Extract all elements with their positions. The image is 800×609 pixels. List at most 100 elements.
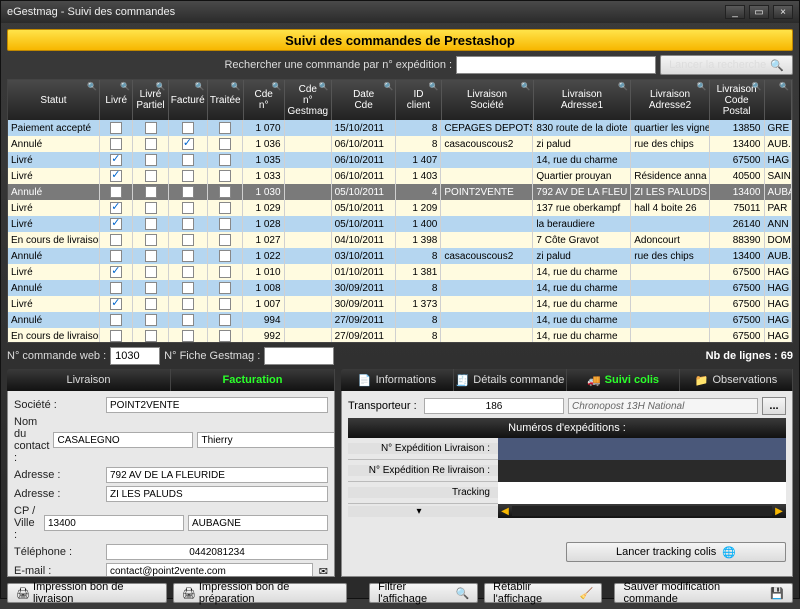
- checkbox[interactable]: [145, 186, 157, 198]
- checkbox[interactable]: [110, 202, 122, 214]
- tab-informations[interactable]: 📄Informations: [341, 369, 454, 391]
- col-header[interactable]: 🔍LivraisonSociété: [442, 80, 534, 120]
- checkbox[interactable]: [145, 330, 157, 342]
- checkbox[interactable]: [182, 202, 194, 214]
- exped-relivraison-cell[interactable]: [498, 460, 786, 482]
- checkbox[interactable]: [219, 250, 231, 262]
- checkbox[interactable]: [182, 234, 194, 246]
- col-header[interactable]: 🔍Livré: [100, 80, 133, 120]
- col-header[interactable]: 🔍DateCde: [332, 80, 397, 120]
- checkbox[interactable]: [110, 138, 122, 150]
- tab-suivi[interactable]: 🚚Suivi colis: [567, 369, 680, 391]
- table-row[interactable]: Paiement accepté1 07015/10/20118CEPAGES …: [8, 120, 792, 136]
- table-row[interactable]: Annulé99427/09/2011814, rue du charme675…: [8, 312, 792, 328]
- checkbox[interactable]: [110, 218, 122, 230]
- checkbox[interactable]: [145, 154, 157, 166]
- exped-hscroll[interactable]: ◀▶: [498, 504, 786, 518]
- ville-field[interactable]: [188, 515, 328, 531]
- checkbox[interactable]: [110, 330, 122, 342]
- cmdweb-input[interactable]: [110, 347, 160, 365]
- table-row[interactable]: Livré1 03506/10/20111 40714, rue du char…: [8, 152, 792, 168]
- table-row[interactable]: Annulé1 02203/10/20118casacouscous2zi pa…: [8, 248, 792, 264]
- email-field[interactable]: [106, 563, 313, 577]
- checkbox[interactable]: [182, 186, 194, 198]
- col-header[interactable]: 🔍LivréPartiel: [133, 80, 168, 120]
- fiche-input[interactable]: [264, 347, 334, 365]
- checkbox[interactable]: [182, 138, 194, 150]
- checkbox[interactable]: [219, 138, 231, 150]
- table-row[interactable]: Livré1 01001/10/20111 38114, rue du char…: [8, 264, 792, 280]
- checkbox[interactable]: [110, 234, 122, 246]
- checkbox[interactable]: [145, 314, 157, 326]
- cp-field[interactable]: [44, 515, 184, 531]
- filter-button[interactable]: Filtrer l'affichage 🔍: [369, 583, 478, 603]
- table-row[interactable]: Livré1 02805/10/20111 400la beraudiere26…: [8, 216, 792, 232]
- table-row[interactable]: Livré1 03306/10/20111 403Quartier prouya…: [8, 168, 792, 184]
- adresse1-field[interactable]: [106, 467, 328, 483]
- checkbox[interactable]: [182, 298, 194, 310]
- checkbox[interactable]: [110, 154, 122, 166]
- checkbox[interactable]: [182, 122, 194, 134]
- chevron-down-icon[interactable]: ▾: [416, 506, 421, 517]
- table-row[interactable]: Livré1 02905/10/20111 209137 rue oberkam…: [8, 200, 792, 216]
- checkbox[interactable]: [219, 266, 231, 278]
- checkbox[interactable]: [219, 282, 231, 294]
- checkbox[interactable]: [110, 186, 122, 198]
- checkbox[interactable]: [182, 314, 194, 326]
- table-row[interactable]: En cours de livraison99227/09/2011814, r…: [8, 328, 792, 343]
- table-row[interactable]: Annulé1 03005/10/20114POINT2VENTE792 AV …: [8, 184, 792, 200]
- checkbox[interactable]: [145, 138, 157, 150]
- print-bl-button[interactable]: 🖨 Impression bon de livraison: [7, 583, 167, 603]
- col-header[interactable]: 🔍Cden°: [244, 80, 285, 120]
- checkbox[interactable]: [145, 282, 157, 294]
- exped-livraison-cell[interactable]: [498, 438, 786, 460]
- checkbox[interactable]: [182, 330, 194, 342]
- societe-field[interactable]: [106, 397, 328, 413]
- orders-grid[interactable]: 🔍Statut🔍Livré🔍LivréPartiel🔍Facturé🔍Trait…: [7, 79, 793, 343]
- tab-livraison[interactable]: Livraison: [7, 369, 171, 391]
- checkbox[interactable]: [182, 154, 194, 166]
- col-header[interactable]: 🔍IDclient: [396, 80, 441, 120]
- table-row[interactable]: Annulé1 03606/10/20118casacouscous2zi pa…: [8, 136, 792, 152]
- checkbox[interactable]: [145, 298, 157, 310]
- checkbox[interactable]: [145, 266, 157, 278]
- checkbox[interactable]: [219, 170, 231, 182]
- checkbox[interactable]: [219, 122, 231, 134]
- checkbox[interactable]: [219, 330, 231, 342]
- col-header[interactable]: 🔍Facturé: [169, 80, 208, 120]
- contact-nom-field[interactable]: [53, 432, 193, 448]
- col-header[interactable]: 🔍LivraisonCode Postal: [710, 80, 765, 120]
- checkbox[interactable]: [182, 218, 194, 230]
- tab-facturation[interactable]: Facturation: [171, 369, 335, 391]
- checkbox[interactable]: [182, 282, 194, 294]
- checkbox[interactable]: [110, 250, 122, 262]
- print-bp-button[interactable]: 🖨 Impression bon de préparation: [173, 583, 347, 603]
- checkbox[interactable]: [182, 266, 194, 278]
- checkbox[interactable]: [145, 170, 157, 182]
- adresse2-field[interactable]: [106, 486, 328, 502]
- col-header[interactable]: 🔍: [765, 80, 792, 120]
- tab-details[interactable]: 🧾Détails commande: [454, 369, 567, 391]
- checkbox[interactable]: [182, 170, 194, 182]
- contact-prenom-field[interactable]: [197, 432, 335, 448]
- checkbox[interactable]: [219, 202, 231, 214]
- checkbox[interactable]: [219, 186, 231, 198]
- mail-icon[interactable]: ✉: [319, 565, 328, 578]
- tracking-button[interactable]: Lancer tracking colis🌐: [566, 542, 786, 562]
- maximize-button[interactable]: ▭: [749, 5, 769, 19]
- checkbox[interactable]: [219, 218, 231, 230]
- minimize-button[interactable]: _: [725, 5, 745, 19]
- checkbox[interactable]: [219, 234, 231, 246]
- col-header[interactable]: 🔍Traitée: [208, 80, 244, 120]
- checkbox[interactable]: [145, 202, 157, 214]
- exped-tracking-cell[interactable]: [498, 482, 786, 504]
- col-header[interactable]: 🔍LivraisonAdresse2: [631, 80, 709, 120]
- close-button[interactable]: ×: [773, 5, 793, 19]
- col-header[interactable]: 🔍Cden° Gestmag: [285, 80, 332, 120]
- checkbox[interactable]: [110, 282, 122, 294]
- checkbox[interactable]: [145, 234, 157, 246]
- reset-filter-button[interactable]: Rétablir l'affichage 🧹: [484, 583, 602, 603]
- checkbox[interactable]: [145, 250, 157, 262]
- checkbox[interactable]: [110, 122, 122, 134]
- table-row[interactable]: Annulé1 00830/09/2011814, rue du charme6…: [8, 280, 792, 296]
